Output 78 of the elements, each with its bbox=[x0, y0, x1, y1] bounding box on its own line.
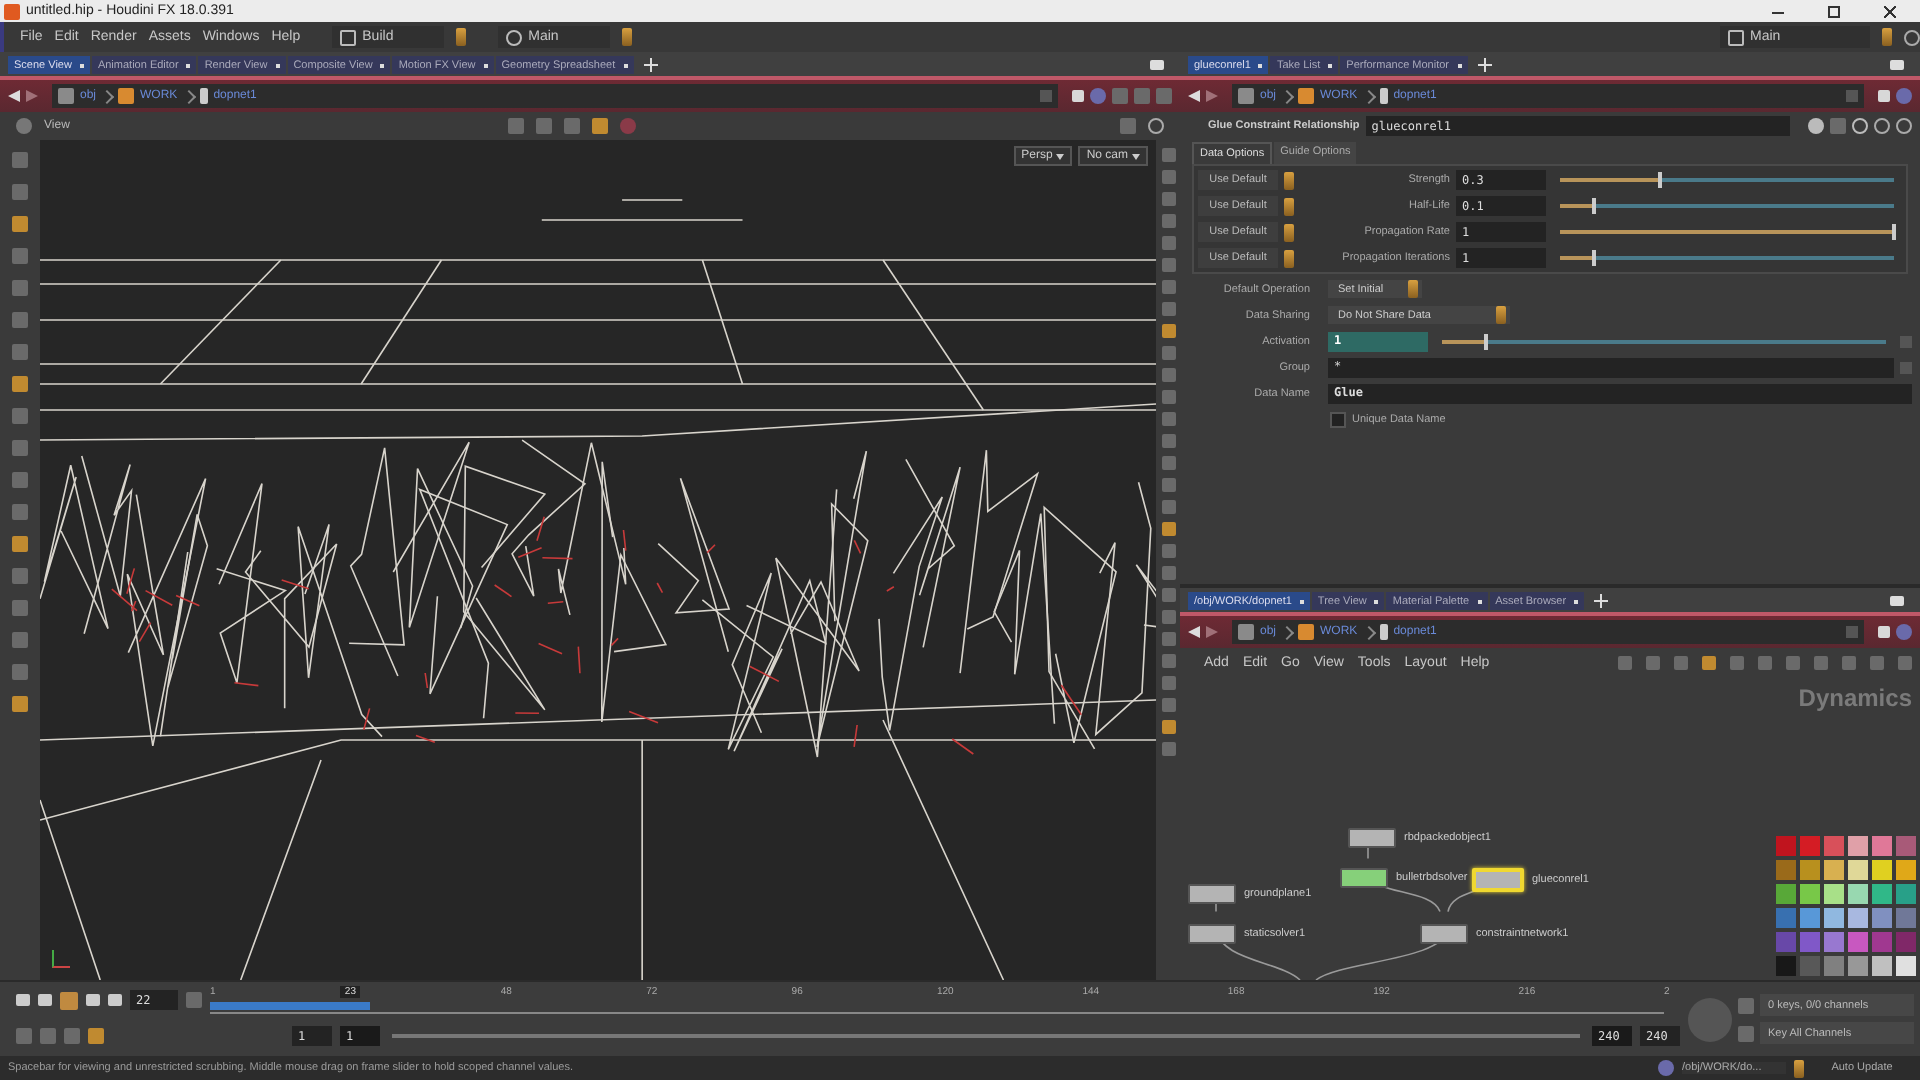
add-tab-icon[interactable] bbox=[1594, 594, 1609, 608]
keys-icon[interactable] bbox=[1738, 997, 1754, 1013]
play-icon[interactable] bbox=[86, 994, 100, 1006]
slider-thumb[interactable] bbox=[1591, 250, 1596, 266]
stepper-icon[interactable] bbox=[1794, 1059, 1804, 1077]
color-swatch[interactable] bbox=[1776, 836, 1796, 856]
slider-thumb[interactable] bbox=[1484, 333, 1489, 349]
color-swatch[interactable] bbox=[1776, 956, 1796, 976]
color-swatch[interactable] bbox=[1896, 884, 1916, 904]
color-swatch[interactable] bbox=[1776, 908, 1796, 928]
timeline-track[interactable] bbox=[210, 1012, 1664, 1014]
skip-forward-icon[interactable] bbox=[108, 994, 122, 1006]
color-swatch[interactable] bbox=[1848, 860, 1868, 880]
color-swatch[interactable] bbox=[1896, 836, 1916, 856]
color-swatch[interactable] bbox=[1824, 908, 1844, 928]
stepper-icon[interactable] bbox=[456, 28, 467, 46]
color-swatch[interactable] bbox=[1848, 932, 1868, 952]
color-swatch[interactable] bbox=[1800, 932, 1820, 952]
color-swatch[interactable] bbox=[1824, 932, 1844, 952]
color-swatch[interactable] bbox=[1800, 956, 1820, 976]
color-swatch[interactable] bbox=[1872, 956, 1892, 976]
color-swatch[interactable] bbox=[1872, 908, 1892, 928]
network-node[interactable] bbox=[1188, 884, 1236, 904]
color-swatch[interactable] bbox=[1776, 932, 1796, 952]
color-swatch[interactable] bbox=[1800, 908, 1820, 928]
checkbox[interactable] bbox=[1330, 411, 1346, 427]
forward-arrow-icon[interactable] bbox=[1206, 90, 1218, 102]
pane-menu-icon[interactable] bbox=[1890, 60, 1904, 70]
network-node[interactable] bbox=[1340, 868, 1388, 888]
color-swatch[interactable] bbox=[1800, 836, 1820, 856]
stepper-icon[interactable] bbox=[622, 28, 633, 46]
color-swatch[interactable] bbox=[1896, 956, 1916, 976]
slider-thumb[interactable] bbox=[1591, 198, 1596, 214]
dropdown-icon[interactable] bbox=[1900, 361, 1912, 373]
add-tab-icon[interactable] bbox=[1477, 58, 1492, 72]
context-label: Dynamics bbox=[1798, 684, 1912, 712]
record-icon[interactable] bbox=[620, 118, 636, 134]
color-swatch[interactable] bbox=[1776, 884, 1796, 904]
back-arrow-icon[interactable] bbox=[1188, 626, 1200, 638]
add-tab-icon[interactable] bbox=[643, 58, 658, 72]
color-swatch[interactable] bbox=[1824, 956, 1844, 976]
pane-menu-icon[interactable] bbox=[1890, 596, 1904, 606]
color-swatch[interactable] bbox=[1872, 884, 1892, 904]
color-swatch[interactable] bbox=[1800, 860, 1820, 880]
color-swatch[interactable] bbox=[1872, 932, 1892, 952]
dropdown-icon[interactable] bbox=[1900, 335, 1912, 347]
stop-icon[interactable] bbox=[60, 991, 78, 1009]
network-node[interactable] bbox=[1188, 924, 1236, 944]
color-swatch[interactable] bbox=[1848, 956, 1868, 976]
color-swatch[interactable] bbox=[1872, 860, 1892, 880]
toolbar-icon[interactable] bbox=[1898, 655, 1912, 669]
color-swatch[interactable] bbox=[1872, 836, 1892, 856]
skip-back-icon[interactable] bbox=[16, 994, 30, 1006]
color-swatch[interactable] bbox=[1776, 860, 1796, 880]
stepper-icon[interactable] bbox=[1882, 28, 1892, 46]
color-swatch[interactable] bbox=[1896, 908, 1916, 928]
color-swatch[interactable] bbox=[1824, 860, 1844, 880]
forward-arrow-icon[interactable] bbox=[1206, 626, 1218, 638]
network-node[interactable] bbox=[1420, 924, 1468, 944]
axes-icon bbox=[52, 950, 70, 968]
color-swatch[interactable] bbox=[1848, 836, 1868, 856]
close-icon[interactable] bbox=[1884, 5, 1896, 17]
step-back-icon[interactable] bbox=[38, 994, 52, 1006]
color-swatch[interactable] bbox=[1800, 884, 1820, 904]
color-swatch[interactable] bbox=[1824, 884, 1844, 904]
restore-icon[interactable] bbox=[1828, 5, 1840, 17]
channel-icon[interactable] bbox=[1738, 1025, 1754, 1041]
color-swatch[interactable] bbox=[1848, 908, 1868, 928]
slider-thumb[interactable] bbox=[1658, 172, 1663, 188]
color-swatch[interactable] bbox=[1896, 860, 1916, 880]
network-node[interactable] bbox=[1348, 828, 1396, 848]
color-swatch[interactable] bbox=[1824, 836, 1844, 856]
back-arrow-icon[interactable] bbox=[1188, 90, 1200, 102]
color-swatch[interactable] bbox=[1896, 932, 1916, 952]
app-icon bbox=[4, 3, 20, 19]
color-swatch[interactable] bbox=[1848, 884, 1868, 904]
pane-menu-icon[interactable] bbox=[1150, 60, 1164, 70]
step-icon[interactable] bbox=[186, 992, 202, 1008]
